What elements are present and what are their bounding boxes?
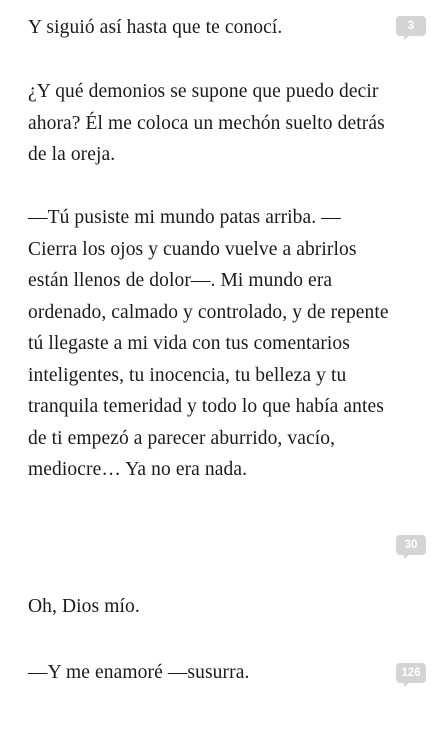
comment-count-badge-paragraph-5[interactable]: 126 — [396, 663, 426, 687]
story-reader: Y siguió así hasta que te conocí. 3 ¿Y q… — [0, 0, 432, 750]
comment-count-badge-paragraph-3[interactable]: 30 — [396, 535, 426, 559]
paragraph-5[interactable]: —Y me enamoré —susurra. — [28, 657, 390, 689]
comment-count-badge-paragraph-1[interactable]: 3 — [396, 16, 426, 40]
comment-count: 30 — [404, 539, 418, 551]
paragraph-1[interactable]: Y siguió así hasta que te conocí. — [28, 12, 390, 44]
paragraph-2[interactable]: ¿Y qué demonios se supone que puedo deci… — [28, 76, 390, 171]
paragraph-3[interactable]: —Tú pusiste mi mundo patas arriba. —Cier… — [28, 202, 390, 486]
comment-count: 3 — [407, 20, 415, 32]
comment-count: 126 — [401, 667, 421, 679]
paragraph-4[interactable]: Oh, Dios mío. — [28, 591, 390, 623]
